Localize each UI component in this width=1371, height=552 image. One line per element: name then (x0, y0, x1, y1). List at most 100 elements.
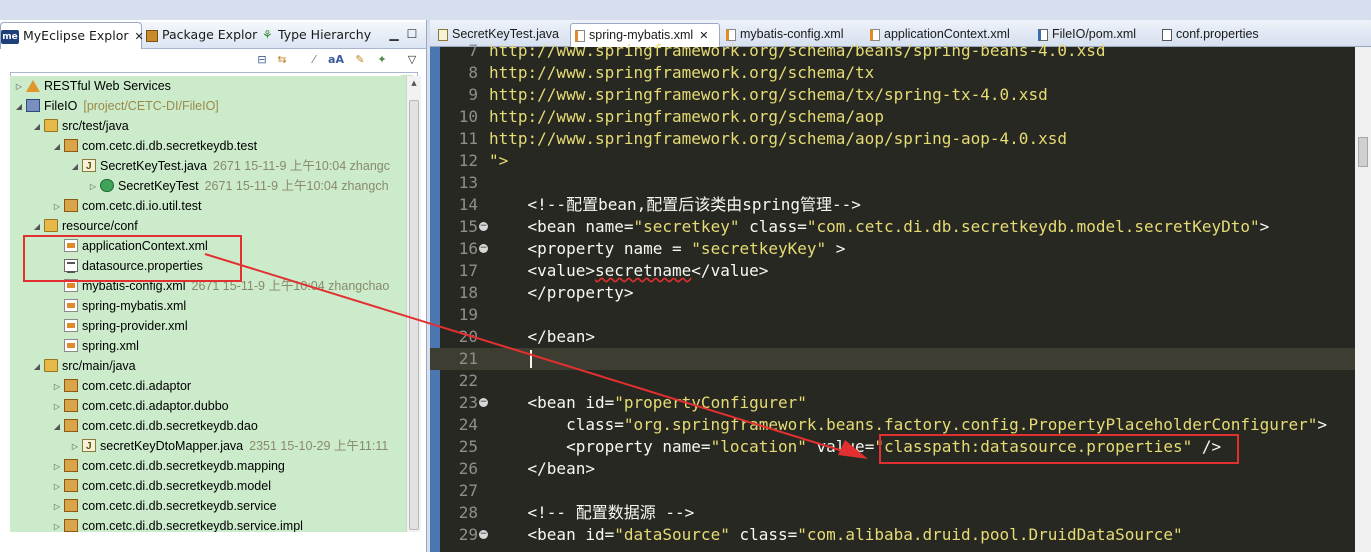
collapse-all-icon[interactable]: ⊟ (254, 52, 270, 68)
code-line: 10 http://www.springframework.org/schema/… (458, 107, 884, 126)
font-size-icon[interactable]: aA (328, 52, 344, 68)
expand-arrow-icon[interactable]: ▷ (52, 517, 62, 532)
xml-file-icon (64, 319, 78, 333)
project-icon (26, 99, 40, 113)
tree-item-java-file[interactable]: ▷secretKeyDtoMapper.java2351 15-10-29 上午… (70, 436, 388, 457)
tree-item-package[interactable]: ◢ com.cetc.di.db.secretkeydb.test (52, 136, 257, 156)
code-line: 23− <bean id="propertyConfigurer" (458, 393, 807, 412)
tree-item-package[interactable]: ▷ com.cetc.di.adaptor.dubbo (52, 396, 229, 416)
tree-scrollbar[interactable]: ▲ (406, 76, 421, 532)
code-line: 24 class="org.springframework.beans.fact… (458, 415, 1328, 434)
close-icon[interactable]: ✕ (135, 30, 144, 43)
code-line: 18 </property> (458, 283, 634, 302)
package-icon (64, 479, 78, 493)
class-icon (100, 179, 114, 193)
tree-item-xml-file[interactable]: spring-mybatis.xml (52, 296, 186, 316)
package-icon (64, 139, 78, 153)
fold-toggle-icon[interactable]: − (479, 530, 488, 539)
tree-item-xml-file[interactable]: spring-provider.xml (52, 316, 188, 336)
collapse-arrow-icon[interactable]: ◢ (32, 357, 42, 377)
expand-arrow-icon[interactable]: ▷ (52, 477, 62, 497)
collapse-arrow-icon[interactable]: ◢ (52, 417, 62, 437)
editor-scrollbar[interactable] (1355, 47, 1371, 552)
filter-icon[interactable]: ⁄ (306, 52, 322, 68)
collapse-arrow-icon[interactable]: ◢ (14, 97, 24, 117)
project-tree: ▷ RESTful Web Services ◢ FileIO [project/CE… (10, 76, 406, 532)
tree-item-src-main-java[interactable]: ◢ src/main/java (32, 356, 136, 376)
collapse-arrow-icon[interactable]: ◢ (32, 217, 42, 237)
tree-item-resource-conf[interactable]: ◢ resource/conf (32, 216, 138, 236)
code-line: 17 <value>secretname</value> (458, 261, 769, 280)
package-icon (64, 499, 78, 513)
expand-arrow-icon[interactable]: ▷ (52, 497, 62, 517)
fold-toggle-icon[interactable]: − (479, 398, 488, 407)
myeclipse-logo-icon: me (1, 29, 19, 44)
code-area[interactable]: 7 http://www.springframework.org/schema/b… (430, 41, 1371, 552)
code-line: 8 http://www.springframework.org/schema/t… (468, 63, 875, 82)
fold-toggle-icon[interactable]: − (479, 244, 488, 253)
package-icon (64, 199, 78, 213)
code-line: 13 (458, 173, 478, 192)
scrollbar-thumb[interactable] (1358, 137, 1368, 167)
tree-item-package[interactable]: ◢ com.cetc.di.db.secretkeydb.dao (52, 416, 258, 436)
expand-arrow-icon[interactable]: ▷ (52, 197, 62, 217)
tree-item-xml-file[interactable]: spring.xml (52, 336, 139, 356)
package-icon (64, 459, 78, 473)
code-line: 15− <bean name="secretkey" class="com.ce… (458, 217, 1270, 236)
minimize-icon[interactable]: ▁ (386, 26, 402, 42)
xml-editor: SecretKeyTest.java spring-mybatis.xml ✕ m… (430, 20, 1371, 552)
type-hierarchy-icon: ⚘ (262, 28, 273, 42)
code-line: 22 (458, 371, 478, 390)
tree-item-class[interactable]: ▷ SecretKeyTest 2671 15-11-9 上午10:04 zhang… (88, 176, 389, 196)
properties-file-icon (1162, 28, 1172, 41)
tree-item-project-fileio[interactable]: ◢ FileIO [project/CETC-DI/FileIO] (14, 96, 219, 116)
annotation-highlight-box (879, 434, 1239, 464)
tab-type-hierarchy[interactable]: ⚘ Type Hierarchy (262, 22, 371, 48)
xml-file-icon (64, 339, 78, 353)
pin-icon[interactable]: ✎ (352, 52, 368, 68)
collapse-arrow-icon[interactable]: ◢ (70, 157, 80, 177)
maven-file-icon (1038, 28, 1048, 41)
tab-package-explorer[interactable]: Package Explor (146, 22, 257, 48)
tree-item-package[interactable]: ▷ com.cetc.di.db.secretkeydb.mapping (52, 456, 285, 476)
tree-item-src-test-java[interactable]: ◢ src/test/java (32, 116, 129, 136)
expand-arrow-icon[interactable]: ▷ (14, 77, 24, 97)
expand-arrow-icon[interactable]: ▷ (70, 437, 80, 457)
tree-item-restful[interactable]: ▷ RESTful Web Services (14, 76, 171, 96)
package-explorer-icon (146, 29, 158, 42)
code-line: 16− <property name = "secretkeyKey" > (458, 239, 846, 258)
tree-item-package[interactable]: ▷ com.cetc.di.db.secretkeydb.service (52, 496, 277, 516)
source-folder-icon (44, 359, 58, 373)
tab-myeclipse-explorer[interactable]: me MyEclipse Explor ✕ (0, 22, 144, 50)
expand-arrow-icon[interactable]: ▷ (52, 457, 62, 477)
tree-item-java-file[interactable]: ◢SecretKeyTest.java2671 15-11-9 上午10:04 … (70, 156, 390, 177)
tree-item-package[interactable]: ▷ com.cetc.di.adaptor (52, 376, 191, 396)
code-line: 29− <bean id="dataSource" class="com.ali… (458, 525, 1183, 544)
focus-icon[interactable]: ✦ (374, 52, 390, 68)
expand-arrow-icon[interactable]: ▷ (52, 377, 62, 397)
code-line: 14 <!--配置bean,配置后该类由spring管理--> (458, 195, 861, 214)
collapse-arrow-icon[interactable]: ◢ (32, 117, 42, 137)
view-menu-icon[interactable]: ▽ (404, 52, 420, 68)
scroll-up-icon[interactable]: ▲ (407, 76, 421, 90)
tree-item-package[interactable]: ▷ com.cetc.di.db.secretkeydb.model (52, 476, 271, 496)
java-file-icon (82, 437, 96, 457)
view-tab-bar: me MyEclipse Explor ✕ Package Explor ⚘ Type… (0, 22, 426, 50)
scrollbar-thumb[interactable] (409, 100, 419, 530)
collapse-arrow-icon[interactable]: ◢ (52, 137, 62, 157)
code-line: 12 "> (458, 151, 509, 170)
code-line: 19 (458, 305, 478, 324)
expand-arrow-icon[interactable]: ▷ (88, 177, 98, 197)
tree-item-package[interactable]: ▷ com.cetc.di.io.util.test (52, 196, 202, 216)
annotation-highlight-box (23, 235, 242, 282)
tree-item-package[interactable]: ▷ com.cetc.di.db.secretkeydb.service.impl (52, 516, 303, 532)
expand-arrow-icon[interactable]: ▷ (52, 397, 62, 417)
package-icon (64, 379, 78, 393)
link-with-editor-icon[interactable]: ⇆ (274, 52, 290, 68)
source-folder-icon (44, 119, 58, 133)
xml-file-icon (64, 299, 78, 313)
fold-toggle-icon[interactable]: − (479, 222, 488, 231)
xml-file-icon (870, 28, 880, 41)
maximize-icon[interactable]: ☐ (404, 26, 420, 42)
code-line: 20 </bean> (458, 327, 595, 346)
